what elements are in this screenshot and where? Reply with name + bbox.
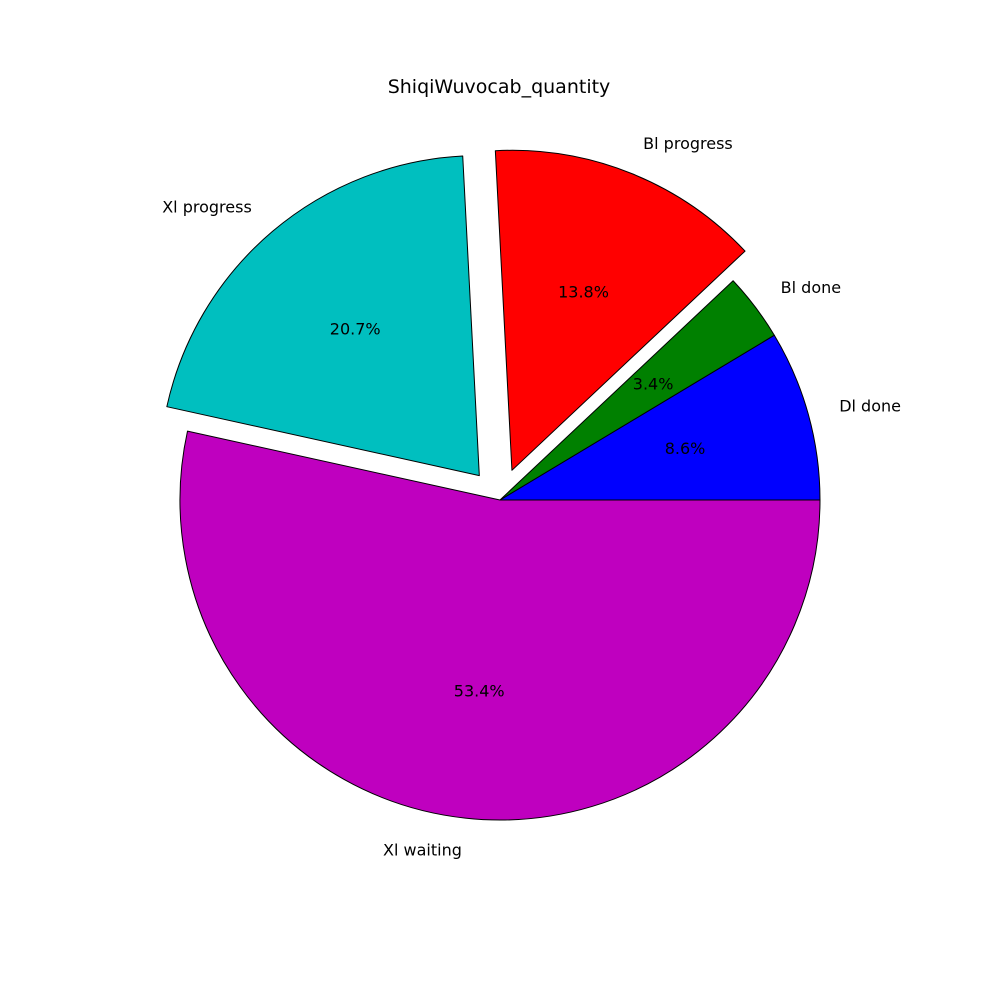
slice-percent-bl-done: 3.4% [633, 375, 674, 394]
slice-label-xl-waiting: Xl waiting [383, 840, 462, 859]
slice-label-dl-done: Dl done [839, 396, 901, 415]
pie-chart: ShiqiWuvocab_quantity Dl done 8.6% Bl done… [162, 76, 901, 859]
slice-percent-xl-progress: 20.7% [330, 320, 381, 339]
slice-percent-bl-progress: 13.8% [558, 283, 609, 302]
slice-label-xl-progress: Xl progress [162, 198, 252, 217]
chart-title: ShiqiWuvocab_quantity [388, 76, 611, 98]
slice-label-bl-progress: Bl progress [643, 134, 733, 153]
slice-label-bl-done: Bl done [781, 278, 841, 297]
pie-slices [166, 149, 821, 821]
slice-percent-xl-waiting: 53.4% [454, 681, 505, 700]
slice-percent-dl-done: 8.6% [665, 439, 706, 458]
